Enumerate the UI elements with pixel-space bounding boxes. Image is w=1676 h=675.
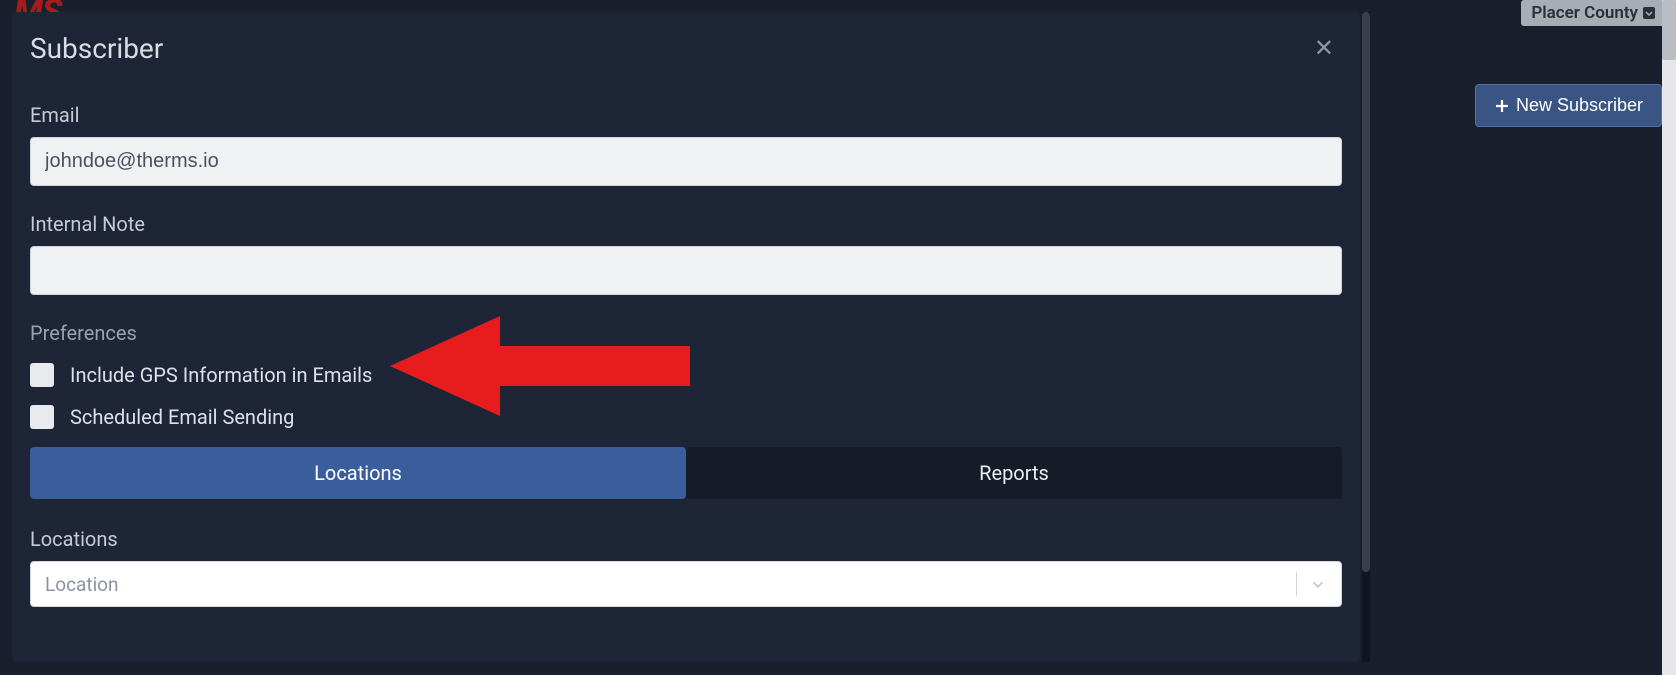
gps-checkbox[interactable] bbox=[30, 363, 54, 387]
modal-scrollbar-thumb[interactable] bbox=[1362, 12, 1370, 572]
page-scrollbar-track[interactable] bbox=[1662, 0, 1676, 675]
location-placeholder: Location bbox=[45, 573, 119, 596]
modal-title: Subscriber bbox=[30, 32, 163, 65]
tab-locations[interactable]: Locations bbox=[30, 447, 686, 499]
preferences-heading: Preferences bbox=[30, 321, 1342, 345]
plus-icon bbox=[1494, 98, 1510, 114]
close-button[interactable]: ✕ bbox=[1306, 30, 1342, 67]
new-subscriber-button[interactable]: New Subscriber bbox=[1475, 84, 1662, 127]
modal-scrollbar-track[interactable] bbox=[1362, 12, 1370, 662]
new-subscriber-label: New Subscriber bbox=[1516, 95, 1643, 116]
gps-checkbox-row: Include GPS Information in Emails bbox=[30, 363, 1342, 387]
email-label: Email bbox=[30, 103, 1342, 127]
subscriber-modal: Subscriber ✕ Email Internal Note Prefere… bbox=[12, 12, 1360, 662]
tab-reports[interactable]: Reports bbox=[686, 447, 1342, 499]
email-input[interactable] bbox=[30, 137, 1342, 186]
locations-label: Locations bbox=[30, 527, 1342, 551]
select-separator bbox=[1296, 572, 1297, 596]
right-panel: Placer County New Subscriber bbox=[1376, 0, 1676, 675]
scheduled-checkbox-row: Scheduled Email Sending bbox=[30, 405, 1342, 429]
location-select[interactable]: Location bbox=[30, 561, 1342, 607]
caret-down-icon bbox=[1642, 6, 1656, 20]
page-scrollbar-thumb[interactable] bbox=[1662, 0, 1676, 60]
tab-group: Locations Reports bbox=[30, 447, 1342, 499]
county-badge-label: Placer County bbox=[1531, 3, 1638, 23]
chevron-down-icon bbox=[1309, 575, 1327, 593]
county-badge[interactable]: Placer County bbox=[1521, 0, 1666, 26]
scheduled-checkbox[interactable] bbox=[30, 405, 54, 429]
select-indicator bbox=[1296, 572, 1327, 596]
internal-note-label: Internal Note bbox=[30, 212, 1342, 236]
internal-note-input[interactable] bbox=[30, 246, 1342, 295]
scheduled-checkbox-label: Scheduled Email Sending bbox=[70, 405, 294, 429]
close-icon: ✕ bbox=[1314, 35, 1334, 62]
modal-header: Subscriber ✕ bbox=[30, 30, 1342, 67]
gps-checkbox-label: Include GPS Information in Emails bbox=[70, 363, 372, 387]
